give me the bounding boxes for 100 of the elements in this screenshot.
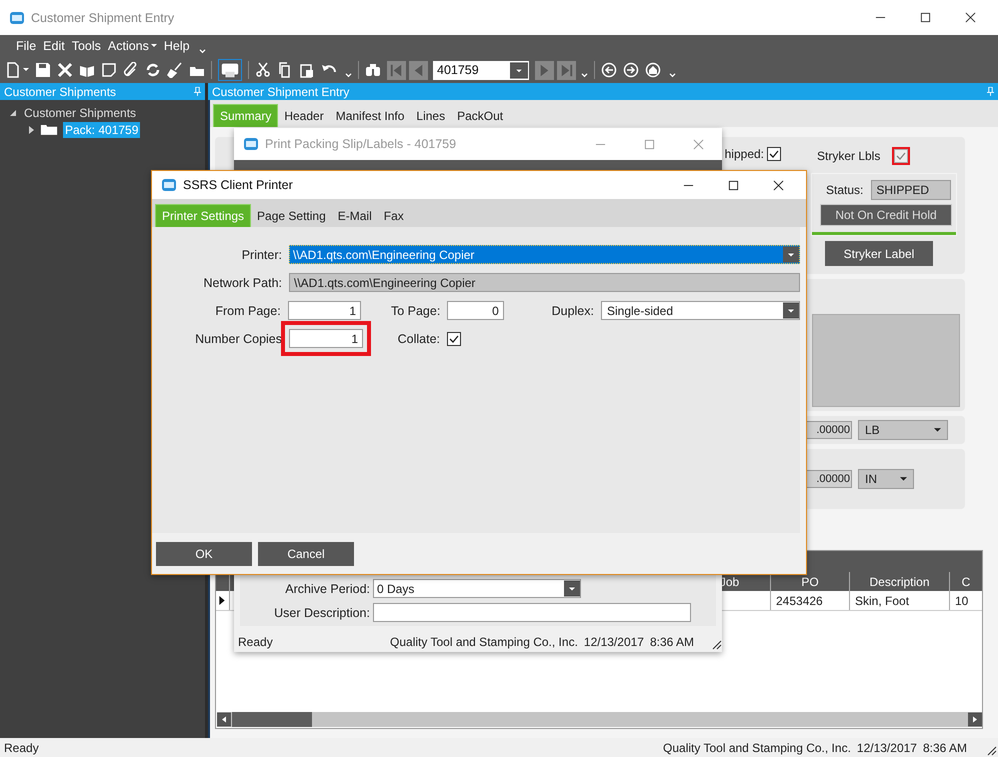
field-label: Number Copies (194, 332, 282, 346)
dropdown-arrow-icon[interactable] (934, 428, 941, 432)
tab[interactable]: E-Mail (332, 205, 378, 227)
unit-dropdown[interactable]: IN (858, 469, 914, 489)
menu-item[interactable]: Edit (43, 39, 65, 53)
printer-dropdown[interactable]: \\AD1.qts.com\Engineering Copier (289, 245, 800, 264)
dialog-title: SSRS Client Printer (183, 178, 293, 192)
checkbox[interactable] (447, 332, 461, 346)
copy-icon[interactable] (277, 62, 293, 78)
tab[interactable]: Header (278, 105, 330, 127)
save-icon[interactable] (35, 62, 51, 78)
caret-icon[interactable] (150, 44, 157, 48)
expander-icon[interactable] (27, 126, 35, 134)
status-field: SHIPPED (871, 180, 952, 200)
copies-field[interactable]: 1 (289, 329, 363, 348)
field-label: Stryker Lbls (817, 149, 880, 163)
field-label: Duplex: (550, 304, 594, 318)
paste-icon[interactable] (299, 62, 315, 78)
menu-item[interactable]: File (16, 39, 36, 53)
table-cell-text: 10 (954, 592, 970, 610)
status-text: Ready (4, 740, 39, 754)
table-cell: Skin, Foot (850, 591, 950, 610)
archive-period-dropdown[interactable]: 0 Days (373, 579, 581, 598)
user-description-field[interactable] (373, 603, 691, 622)
status-text: Ready (238, 635, 273, 649)
from-page-field[interactable]: 1 (288, 301, 362, 320)
broom-icon[interactable] (167, 62, 183, 78)
dialog-button[interactable]: OK (156, 542, 252, 566)
maximize-icon[interactable] (920, 12, 931, 23)
scissors-icon[interactable] (255, 62, 271, 78)
scroll-right-icon[interactable] (968, 712, 982, 727)
folder-icon (40, 123, 58, 136)
menu-item[interactable]: Actions (108, 39, 157, 53)
tab[interactable]: Page Setting (251, 205, 332, 227)
print-icon[interactable] (218, 59, 242, 81)
resize-grip-icon[interactable] (712, 640, 722, 650)
overflow-chevron-icon[interactable] (345, 72, 352, 78)
maximize-icon[interactable] (728, 180, 739, 190)
overflow-chevron-icon[interactable] (581, 72, 588, 78)
dropdown-arrow-icon[interactable] (900, 476, 907, 482)
resize-grip-icon[interactable] (987, 746, 997, 756)
app-logo-icon (9, 10, 25, 24)
tab[interactable]: PackOut (451, 105, 510, 127)
field-label: Status: (826, 183, 864, 197)
tab[interactable]: Lines (410, 105, 452, 127)
note-icon[interactable] (101, 62, 117, 78)
network-path-field: \\AD1.qts.com\Engineering Copier (289, 273, 800, 292)
field-label: From Page: (214, 304, 281, 318)
scrollbar-thumb[interactable] (232, 712, 312, 727)
column-header[interactable]: Description (850, 572, 950, 591)
caret-icon[interactable] (23, 68, 29, 72)
record-field[interactable]: 401759 (433, 60, 529, 80)
binoculars-icon[interactable] (365, 62, 381, 78)
field-label: Archive Period: (284, 582, 370, 596)
window-title: Customer Shipment Entry (31, 10, 174, 24)
expander-icon[interactable] (9, 108, 17, 116)
status-time: 8:36 AM (650, 635, 694, 649)
menu-item[interactable]: Help (164, 39, 190, 53)
dialog-title: Print Packing Slip/Labels - 401759 (265, 137, 456, 151)
new-document-icon[interactable] (5, 62, 21, 78)
tab[interactable]: Manifest Info (330, 105, 410, 127)
pin-icon[interactable] (987, 87, 994, 96)
close-icon[interactable] (773, 180, 784, 190)
table-cell: 2453426 (771, 591, 850, 610)
status-date: 12/13/2017 (584, 635, 644, 649)
app-logo-icon (243, 137, 259, 151)
checkbox[interactable] (767, 147, 781, 161)
stryker-label-button[interactable]: Stryker Label (825, 241, 933, 266)
close-icon[interactable] (965, 12, 976, 23)
forward-icon[interactable] (623, 62, 639, 78)
panel-header: Customer Shipments (0, 83, 205, 100)
back-icon[interactable] (601, 62, 617, 78)
company-name: Quality Tool and Stamping Co., Inc. (663, 740, 851, 754)
field-label: Collate: (396, 332, 440, 346)
status-date: 12/13/2017 (856, 740, 917, 754)
overflow-chevron-icon[interactable] (198, 48, 206, 54)
delete-icon[interactable] (57, 62, 73, 78)
scroll-left-icon[interactable] (217, 712, 231, 727)
horizontal-scrollbar[interactable] (217, 712, 982, 727)
menu-item[interactable]: Tools (72, 39, 101, 53)
tree-item[interactable]: Customer Shipments (22, 104, 138, 120)
status-time: 8:36 AM (922, 740, 967, 754)
field-label: Network Path: (202, 276, 282, 290)
dialog-button[interactable]: Cancel (258, 542, 354, 566)
tab[interactable]: Fax (378, 205, 410, 227)
pin-icon[interactable] (194, 87, 201, 96)
field-label: Printer: (240, 248, 282, 262)
panel-header: Customer Shipment Entry (208, 83, 998, 100)
credit-hold-button[interactable]: Not On Credit Hold (820, 204, 952, 226)
overflow-chevron-icon[interactable] (669, 72, 676, 78)
field-label: hipped: (724, 147, 764, 161)
duplex-dropdown[interactable]: Single-sided (600, 301, 800, 320)
paperclip-icon[interactable] (123, 62, 139, 78)
home-icon[interactable] (645, 62, 661, 78)
unit-dropdown[interactable]: LB (858, 420, 948, 440)
refresh-icon[interactable] (145, 62, 161, 78)
app-logo-icon (161, 178, 177, 192)
column-header[interactable]: C (950, 572, 982, 591)
to-page-field[interactable]: 0 (447, 301, 504, 320)
company-name: Quality Tool and Stamping Co., Inc. (390, 635, 578, 649)
